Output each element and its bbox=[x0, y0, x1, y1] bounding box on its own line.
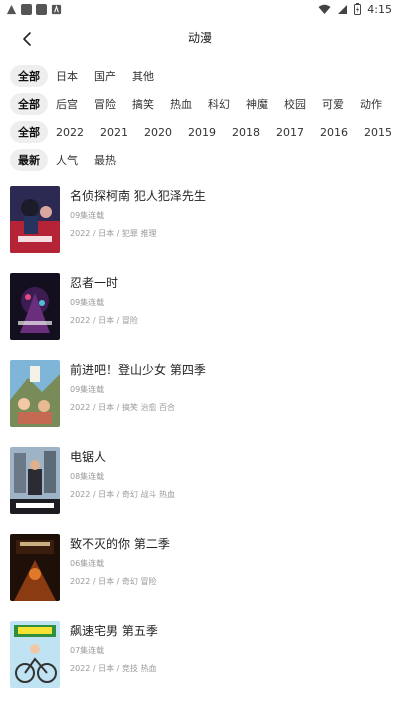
item-episodes: 07集连载 bbox=[70, 646, 105, 655]
filter-chip[interactable]: 2016 bbox=[312, 121, 356, 143]
filter-chip[interactable]: 2022 bbox=[48, 121, 92, 143]
item-episodes: 09集连载 bbox=[70, 298, 105, 307]
filter-chip[interactable]: 校园 bbox=[276, 93, 314, 115]
filter-panel: 全部 日本 国产 其他 全部 后宫 冒险 搞笑 热血 科幻 神魔 校园 可爱 动… bbox=[0, 62, 400, 174]
app-icon bbox=[36, 3, 47, 15]
poster-image bbox=[10, 447, 60, 514]
filter-chip[interactable]: 其他 bbox=[124, 65, 162, 87]
item-title: 飙速宅男 第五季 bbox=[70, 624, 158, 638]
filter-row-genre: 全部 后宫 冒险 搞笑 热血 科幻 神魔 校园 可爱 动作 bbox=[0, 90, 400, 118]
item-episodes: 06集连载 bbox=[70, 559, 105, 568]
status-right: 4:15 bbox=[318, 3, 392, 16]
list-item[interactable]: 名侦探柯南 犯人犯泽先生 09集连载 2022 / 日本 / 犯罪 推理 bbox=[0, 178, 400, 265]
status-left bbox=[6, 3, 62, 15]
app-icon bbox=[21, 3, 32, 15]
anime-list: 名侦探柯南 犯人犯泽先生 09集连载 2022 / 日本 / 犯罪 推理 忍者一… bbox=[0, 178, 400, 700]
item-title: 名侦探柯南 犯人犯泽先生 bbox=[70, 189, 206, 203]
item-meta: 2022 / 日本 / 竞技 热血 bbox=[70, 664, 157, 673]
filter-chip-all[interactable]: 全部 bbox=[10, 121, 48, 143]
poster-image bbox=[10, 360, 60, 427]
item-episodes: 09集连载 bbox=[70, 211, 105, 220]
filter-row-sort: 最新 人气 最热 bbox=[0, 146, 400, 174]
filter-chip[interactable]: 搞笑 bbox=[124, 93, 162, 115]
wifi-icon bbox=[318, 4, 331, 14]
filter-chip[interactable]: 后宫 bbox=[48, 93, 86, 115]
filter-chip[interactable]: 热血 bbox=[162, 93, 200, 115]
list-item[interactable]: 前进吧！登山少女 第四季 09集连载 2022 / 日本 / 搞笑 治愈 百合 bbox=[0, 352, 400, 439]
item-meta: 2022 / 日本 / 奇幻 冒险 bbox=[70, 577, 157, 586]
status-bar: 4:15 bbox=[0, 0, 400, 18]
filter-chip[interactable]: 可爱 bbox=[314, 93, 352, 115]
battery-icon bbox=[354, 3, 362, 15]
poster-image bbox=[10, 273, 60, 340]
warning-icon bbox=[6, 4, 17, 14]
status-time: 4:15 bbox=[367, 2, 392, 16]
filter-chip[interactable]: 2015 bbox=[356, 121, 400, 143]
item-title: 电锯人 bbox=[70, 450, 107, 464]
item-meta: 2022 / 日本 / 冒险 bbox=[70, 316, 138, 325]
filter-chip[interactable]: 日本 bbox=[48, 65, 86, 87]
sort-chip-popular[interactable]: 人气 bbox=[48, 149, 86, 171]
list-item[interactable]: 忍者一时 09集连载 2022 / 日本 / 冒险 bbox=[0, 265, 400, 352]
item-meta: 2022 / 日本 / 犯罪 推理 bbox=[70, 229, 157, 238]
item-meta: 2022 / 日本 / 搞笑 治愈 百合 bbox=[70, 403, 176, 412]
item-episodes: 09集连载 bbox=[70, 385, 105, 394]
filter-chip[interactable]: 科幻 bbox=[200, 93, 238, 115]
item-title: 致不灭的你 第二季 bbox=[70, 537, 170, 551]
poster-image bbox=[10, 534, 60, 601]
filter-chip[interactable]: 神魔 bbox=[238, 93, 276, 115]
filter-chip[interactable]: 2020 bbox=[136, 121, 180, 143]
list-item[interactable]: 飙速宅男 第五季 07集连载 2022 / 日本 / 竞技 热血 bbox=[0, 613, 400, 700]
sort-chip-hottest[interactable]: 最热 bbox=[86, 149, 124, 171]
filter-chip[interactable]: 2018 bbox=[224, 121, 268, 143]
filter-row-region: 全部 日本 国产 其他 bbox=[0, 62, 400, 90]
item-meta: 2022 / 日本 / 奇幻 战斗 热血 bbox=[70, 490, 176, 499]
filter-chip-all[interactable]: 全部 bbox=[10, 65, 48, 87]
poster-image bbox=[10, 186, 60, 253]
filter-chip[interactable]: 国产 bbox=[86, 65, 124, 87]
filter-chip[interactable]: 冒险 bbox=[86, 93, 124, 115]
list-item[interactable]: 电锯人 08集连载 2022 / 日本 / 奇幻 战斗 热血 bbox=[0, 439, 400, 526]
filter-chip[interactable]: 2021 bbox=[92, 121, 136, 143]
header: 动漫 bbox=[0, 22, 400, 54]
sort-chip-latest[interactable]: 最新 bbox=[10, 149, 48, 171]
poster-image bbox=[10, 621, 60, 688]
list-item[interactable]: 致不灭的你 第二季 06集连载 2022 / 日本 / 奇幻 冒险 bbox=[0, 526, 400, 613]
item-title: 忍者一时 bbox=[70, 276, 119, 290]
filter-chip[interactable]: 动作 bbox=[352, 93, 390, 115]
item-title: 前进吧！登山少女 第四季 bbox=[70, 363, 206, 377]
item-episodes: 08集连载 bbox=[70, 472, 105, 481]
filter-chip[interactable]: 2017 bbox=[268, 121, 312, 143]
filter-chip-all[interactable]: 全部 bbox=[10, 93, 48, 115]
signal-icon bbox=[338, 4, 348, 14]
filter-row-year: 全部 2022 2021 2020 2019 2018 2017 2016 20… bbox=[0, 118, 400, 146]
filter-chip[interactable]: 2019 bbox=[180, 121, 224, 143]
page-title: 动漫 bbox=[187, 31, 212, 45]
app-icon bbox=[51, 4, 62, 14]
